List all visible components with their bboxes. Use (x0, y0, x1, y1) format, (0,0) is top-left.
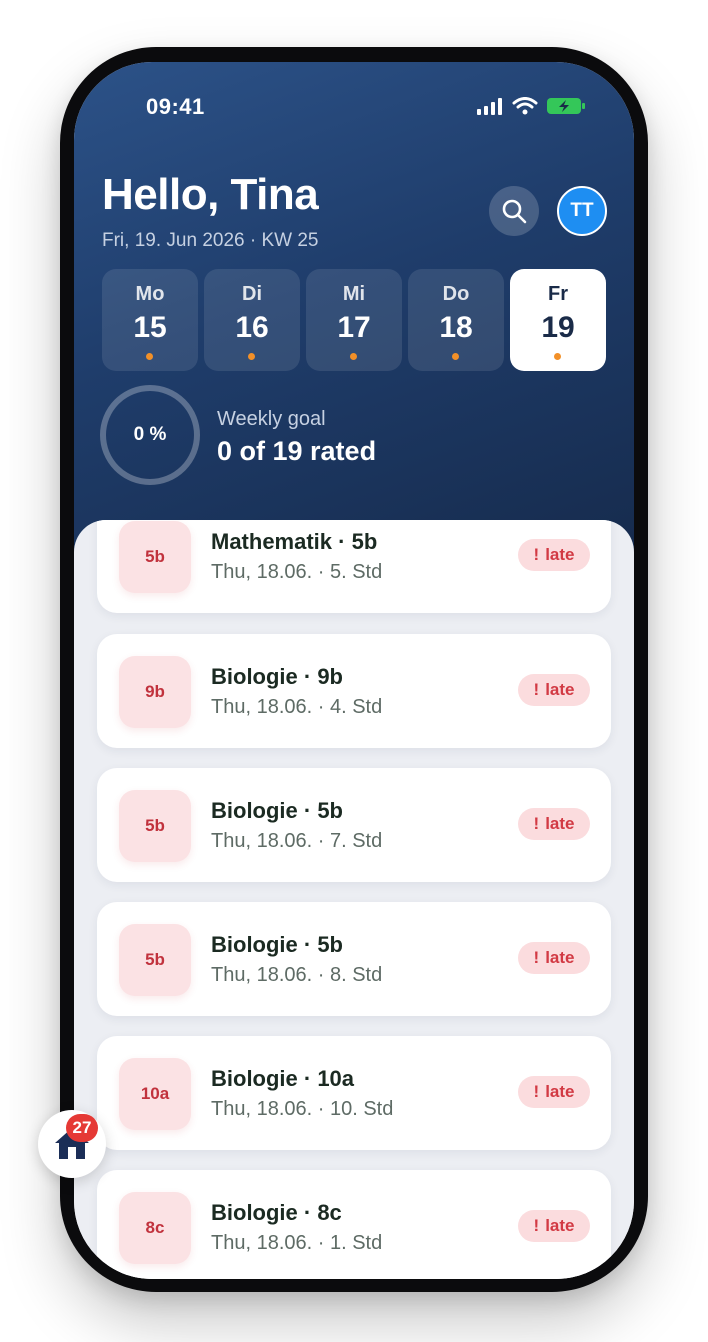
lesson-time: Thu, 18.06. · 1. Std (211, 1232, 383, 1254)
day-di[interactable]: Di 16 (204, 269, 300, 371)
day-mo[interactable]: Mo 15 (102, 269, 198, 371)
status-time: 09:41 (146, 94, 205, 119)
class-tile: 9b (119, 656, 191, 728)
day-name: Fr (548, 283, 568, 305)
signal-icon (477, 98, 502, 115)
late-badge: ! late (518, 1210, 590, 1242)
day-fr-selected[interactable]: Fr 19 (510, 269, 606, 371)
exclamation-icon: ! (533, 1082, 540, 1101)
badge-label: late (545, 680, 575, 699)
day-mi[interactable]: Mi 17 (306, 269, 402, 371)
lesson-time: Thu, 18.06. · 5. Std (211, 561, 383, 583)
late-badge: ! late (518, 1076, 590, 1108)
lesson-card[interactable]: 10a Biologie · 10a Thu, 18.06. · 10. Std… (97, 1036, 611, 1150)
avatar[interactable]: TT (557, 186, 607, 236)
lesson-list: 5b Mathematik · 5b Thu, 18.06. · 5. Std … (74, 520, 634, 1279)
lesson-card[interactable]: 9b Biologie · 9b Thu, 18.06. · 4. Std ! … (97, 634, 611, 748)
search-button[interactable] (489, 186, 539, 236)
badge-label: late (545, 948, 575, 967)
late-badge: ! late (518, 942, 590, 974)
class-tile: 5b (119, 790, 191, 862)
lesson-card[interactable]: 5b Biologie · 5b Thu, 18.06. · 8. Std ! … (97, 902, 611, 1016)
class-tile: 5b (119, 924, 191, 996)
day-indicator-dot (452, 353, 459, 360)
battery-icon (547, 98, 585, 114)
late-badge: ! late (518, 808, 590, 840)
day-name: Do (442, 283, 470, 305)
status-icons (476, 96, 586, 116)
badge-label: late (545, 1082, 575, 1101)
lesson-time: Thu, 18.06. · 7. Std (211, 830, 383, 852)
late-badge: ! late (518, 539, 590, 571)
lesson-time: Thu, 18.06. · 10. Std (211, 1098, 394, 1120)
exclamation-icon: ! (533, 814, 540, 833)
lesson-title: Mathematik · 5b (211, 529, 378, 554)
day-indicator-dot (146, 353, 153, 360)
lesson-time: Thu, 18.06. · 8. Std (211, 964, 383, 986)
day-number: 16 (235, 311, 269, 344)
weekly-goal-ring: 0 % (100, 385, 200, 485)
exclamation-icon: ! (533, 680, 540, 699)
day-name: Mo (135, 283, 165, 305)
lesson-card[interactable]: 8c Biologie · 8c Thu, 18.06. · 1. Std ! … (97, 1170, 611, 1279)
greeting-title: Hello, Tina (102, 170, 319, 219)
goal-value: 0 of 19 rated (217, 436, 377, 466)
lesson-title: Biologie · 10a (211, 1066, 355, 1091)
notification-count-badge: 27 (66, 1114, 98, 1142)
wifi-icon (512, 97, 538, 115)
badge-label: late (545, 814, 575, 833)
goal-percent: 0 % (133, 424, 167, 445)
exclamation-icon: ! (533, 948, 540, 967)
day-number: 17 (337, 311, 371, 344)
late-badge: ! late (518, 674, 590, 706)
lesson-title: Biologie · 5b (211, 798, 343, 823)
class-tile: 5b (119, 521, 191, 593)
week-selector: Mo 15 Di 16 Mi 17 Do 18 Fr 19 (102, 269, 606, 371)
lesson-title: Biologie · 9b (211, 664, 343, 689)
goal-label: Weekly goal (217, 408, 326, 430)
day-name: Mi (342, 283, 366, 305)
badge-label: late (545, 545, 575, 564)
search-icon (502, 199, 527, 224)
class-tile: 10a (119, 1058, 191, 1130)
lesson-title: Biologie · 8c (211, 1200, 342, 1225)
lesson-card[interactable]: 5b Biologie · 5b Thu, 18.06. · 7. Std ! … (97, 768, 611, 882)
day-do[interactable]: Do 18 (408, 269, 504, 371)
day-number: 15 (133, 311, 167, 344)
day-indicator-dot (554, 353, 561, 360)
lesson-time: Thu, 18.06. · 4. Std (211, 696, 383, 718)
app-screen: 09:41 Hello, Tina Fri, 19. Jun 2026 · KW… (74, 62, 634, 1279)
day-number: 18 (439, 311, 473, 344)
lesson-title: Biologie · 5b (211, 932, 343, 957)
date-line: Fri, 19. Jun 2026 · KW 25 (102, 230, 319, 251)
header: 09:41 Hello, Tina Fri, 19. Jun 2026 · KW… (74, 62, 634, 562)
day-number: 19 (541, 311, 575, 344)
lesson-card[interactable]: 5b Mathematik · 5b Thu, 18.06. · 5. Std … (97, 520, 611, 613)
badge-label: late (545, 1216, 575, 1235)
day-indicator-dot (350, 353, 357, 360)
day-name: Di (242, 283, 262, 305)
exclamation-icon: ! (533, 545, 540, 564)
class-tile: 8c (119, 1192, 191, 1264)
day-indicator-dot (248, 353, 255, 360)
exclamation-icon: ! (533, 1216, 540, 1235)
